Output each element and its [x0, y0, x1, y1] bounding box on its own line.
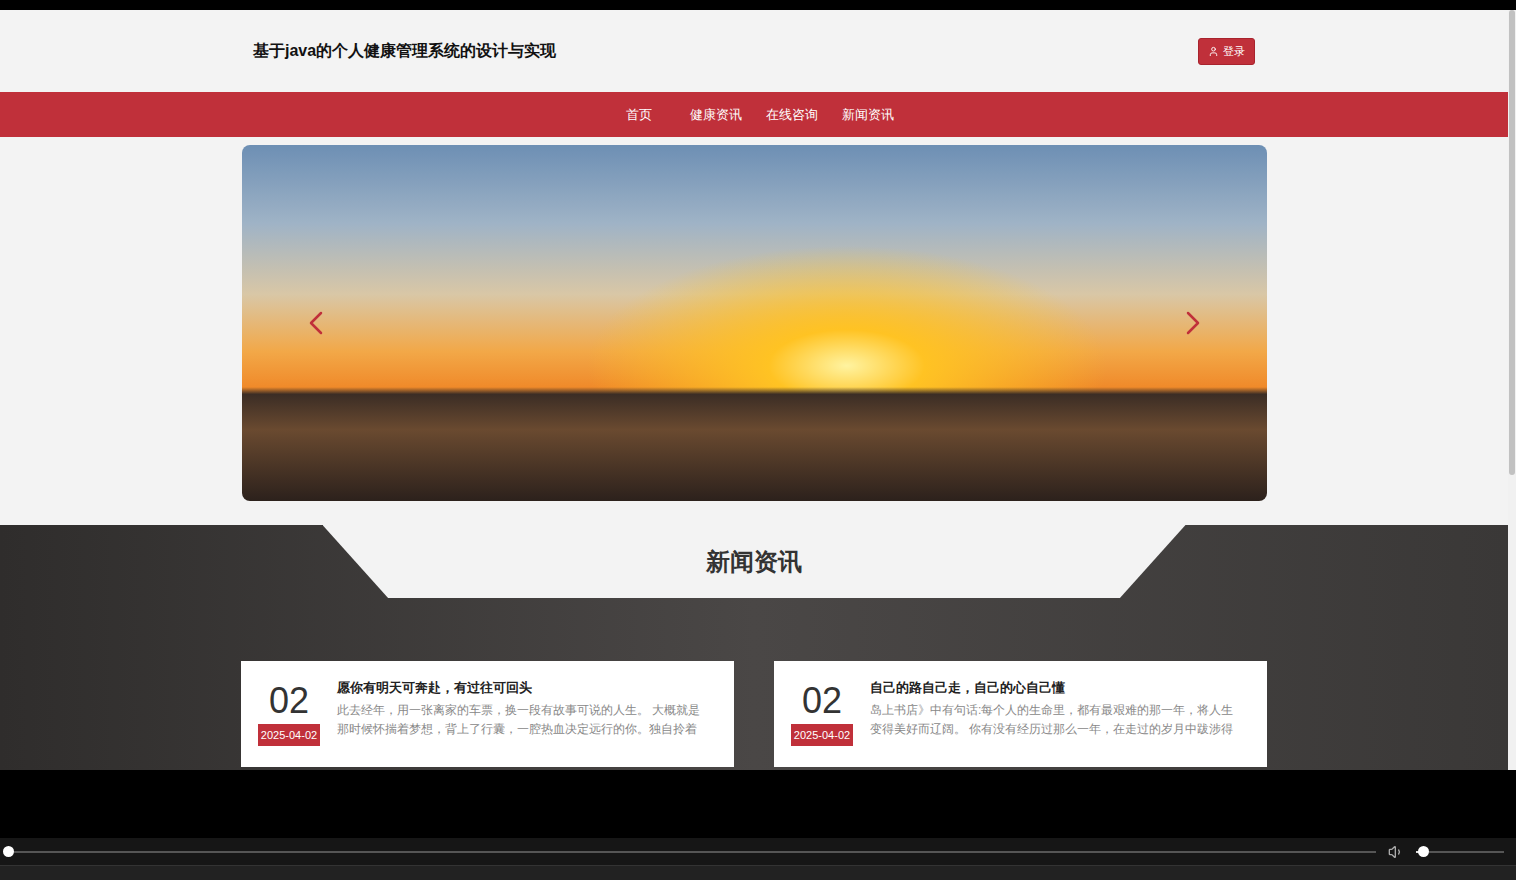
news-excerpt: 那时候怀揣着梦想，背上了行囊，一腔热血决定远行的你。独自拎着 — [337, 720, 718, 739]
news-card[interactable]: 022025-04-02 愿你有明天可奔赴，有过往可回头此去经年，用一张离家的车票… — [241, 661, 734, 767]
nav-item[interactable]: 首页 — [622, 106, 656, 124]
volume-knob[interactable] — [1418, 846, 1429, 857]
news-section: 新闻资讯022025-04-02愿你有明天可奔赴，有过往可回头此去经年，用一张离… — [0, 525, 1508, 770]
web-page: 基于java的个人健康管理系统的设计与实现登录首页健康资讯在线咨询新闻资讯新闻资… — [0, 10, 1508, 770]
news-title-banner: 新闻资讯 — [323, 525, 1186, 598]
news-date: 2025-04-02 — [791, 724, 853, 746]
user-icon — [1208, 46, 1219, 57]
volume-slider[interactable] — [1416, 851, 1504, 853]
site-header: 基于java的个人健康管理系统的设计与实现 登录 — [0, 10, 1508, 92]
news-excerpt: 变得美好而辽阔。 你有没有经历过那么一年，在走过的岁月中跋涉得 — [870, 720, 1251, 739]
progress-bar[interactable] — [8, 851, 1376, 853]
news-title: 新闻资讯 — [706, 546, 802, 578]
news-card[interactable]: 022025-04-02 自己的路自己走，自己的心自己懂岛上书店》中有句话:每个人… — [774, 661, 1267, 767]
news-day: 02 — [802, 679, 842, 723]
top-letterbox — [0, 0, 1516, 10]
news-excerpt: 此去经年，用一张离家的车票，换一段有故事可说的人生。 大概就是 — [337, 701, 718, 720]
nav-item[interactable]: 新闻资讯 — [838, 106, 898, 124]
nav-bar: 首页 健康资讯在线咨询新闻资讯 — [0, 92, 1508, 137]
next-arrow-icon[interactable] — [1173, 303, 1213, 343]
progress-knob[interactable] — [3, 846, 14, 857]
prev-arrow-icon[interactable] — [296, 303, 336, 343]
site-title: 基于java的个人健康管理系统的设计与实现 — [253, 41, 556, 62]
scrollbar[interactable] — [1508, 10, 1516, 770]
news-card-title[interactable]: 愿你有明天可奔赴，有过往可回头 — [337, 679, 718, 697]
news-day: 02 — [269, 679, 309, 723]
taskbar-strip — [0, 865, 1516, 880]
news-date: 2025-04-02 — [258, 724, 320, 746]
player-controls — [0, 838, 1516, 880]
nav-item[interactable]: 健康资讯 — [686, 106, 746, 124]
page-viewport: 基于java的个人健康管理系统的设计与实现登录首页健康资讯在线咨询新闻资讯新闻资… — [0, 10, 1516, 770]
bottom-letterbox — [0, 770, 1516, 838]
scrollbar-thumb[interactable] — [1509, 10, 1515, 475]
login-button[interactable]: 登录 — [1198, 38, 1255, 65]
nav-item[interactable]: 在线咨询 — [762, 106, 822, 124]
news-excerpt: 岛上书店》中有句话:每个人的生命里，都有最艰难的那一年，将人生 — [870, 701, 1251, 720]
volume-icon[interactable] — [1388, 844, 1404, 860]
video-player-screen: 基于java的个人健康管理系统的设计与实现登录首页健康资讯在线咨询新闻资讯新闻资… — [0, 0, 1516, 880]
news-card-title[interactable]: 自己的路自己走，自己的心自己懂 — [870, 679, 1251, 697]
carousel-image — [242, 145, 1267, 501]
